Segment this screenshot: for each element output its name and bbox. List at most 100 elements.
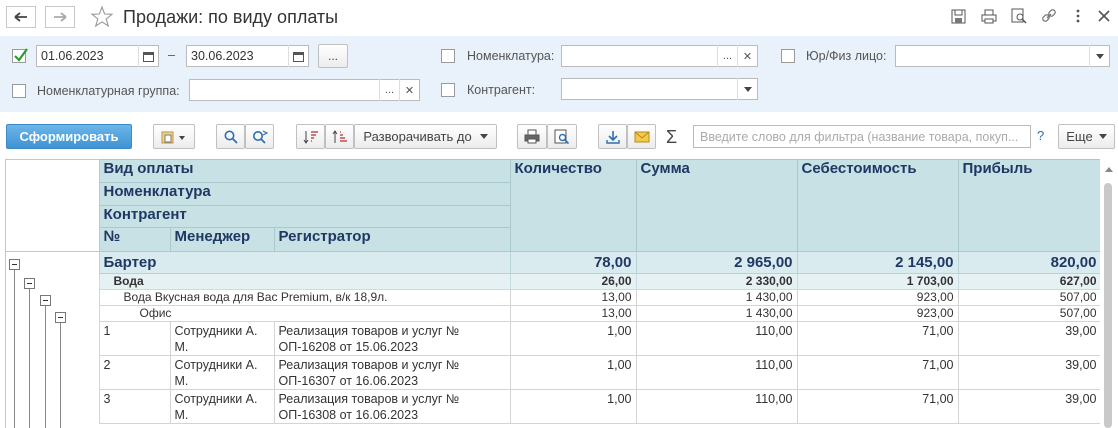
row-registrar[interactable]: Реализация товаров и услуг № ОП-16208 от… xyxy=(273,321,511,356)
counterparty-checkbox[interactable] xyxy=(441,83,455,97)
save-icon[interactable] xyxy=(948,7,968,25)
print-preview-icon xyxy=(554,129,570,144)
row-quantity: 1,00 xyxy=(509,389,637,424)
report-spreadsheet[interactable]: Вид оплаты Количество Сумма Себестоимост… xyxy=(5,159,1100,428)
entity-type-checkbox[interactable] xyxy=(781,49,795,63)
expand-to-dropdown[interactable]: Разворачивать до xyxy=(354,124,497,149)
clear-icon[interactable]: ✕ xyxy=(399,79,419,101)
nomenclature-group-field[interactable]: ... ✕ xyxy=(189,79,420,101)
header-cost: Себестоимость xyxy=(796,159,959,252)
more-vertical-icon[interactable] xyxy=(1068,7,1088,25)
collapse-subgroup-icon[interactable] xyxy=(24,278,35,289)
counterparty-label: Контрагент: xyxy=(467,83,536,97)
entity-type-field[interactable] xyxy=(895,45,1110,67)
link-icon[interactable] xyxy=(1039,7,1059,25)
row-cost: 71,00 xyxy=(796,355,959,390)
counterparty-quantity: 13,00 xyxy=(509,305,637,322)
send-email-button[interactable] xyxy=(627,124,656,149)
date-from-value: 01.06.2023 xyxy=(41,49,104,63)
print-button[interactable] xyxy=(517,124,547,149)
date-from-field[interactable]: 01.06.2023 xyxy=(36,45,159,67)
row-quantity: 1,00 xyxy=(509,321,637,356)
header-registrar: Регистратор xyxy=(273,227,511,252)
header-nomenclature: Номенклатура xyxy=(98,182,511,206)
nomenclature-group-checkbox[interactable] xyxy=(12,84,26,98)
filter-panel: 01.06.2023 – 30.06.2023 ... Номенклатура… xyxy=(0,36,1118,112)
expand-to-label: Разворачивать до xyxy=(363,129,472,144)
period-checkbox[interactable] xyxy=(12,48,28,63)
table-row[interactable]: 3 Сотрудники А. М. Реализация товаров и … xyxy=(6,389,1100,424)
collapse-item-icon[interactable] xyxy=(40,295,51,306)
print-preview-button[interactable] xyxy=(547,124,577,149)
row-cost: 71,00 xyxy=(796,321,959,356)
calendar-icon[interactable] xyxy=(138,45,158,67)
row-registrar[interactable]: Реализация товаров и услуг № ОП-16308 от… xyxy=(273,389,511,424)
row-registrar[interactable]: Реализация товаров и услуг № ОП-16307 от… xyxy=(273,355,511,390)
generate-report-button[interactable]: Сформировать xyxy=(6,124,132,149)
counterparty-label: Офис xyxy=(98,305,511,322)
group-profit: 820,00 xyxy=(957,251,1100,274)
table-row[interactable]: 2 Сотрудники А. М. Реализация товаров и … xyxy=(6,355,1100,390)
forward-button[interactable] xyxy=(45,6,75,28)
vertical-scrollbar[interactable] xyxy=(1100,159,1118,428)
group-sum: 2 965,00 xyxy=(635,251,798,274)
row-sum: 110,00 xyxy=(635,355,798,390)
row-cost: 71,00 xyxy=(796,389,959,424)
item-label: Вода Вкусная вода для Вас Premium, в/к 1… xyxy=(98,289,511,306)
back-button[interactable] xyxy=(6,6,36,28)
nomenclature-checkbox[interactable] xyxy=(441,49,455,63)
header-profit: Прибыль xyxy=(957,159,1100,252)
preview-icon[interactable] xyxy=(1009,7,1029,25)
subgroup-profit: 627,00 xyxy=(957,273,1100,290)
item-row[interactable]: Вода Вкусная вода для Вас Premium, в/к 1… xyxy=(6,289,1100,306)
search-next-icon xyxy=(252,129,268,144)
entity-type-label: Юр/Физ лицо: xyxy=(806,49,887,63)
report-settings-icon xyxy=(161,131,185,143)
subgroup-cost: 1 703,00 xyxy=(796,273,959,290)
help-icon[interactable]: ? xyxy=(1037,128,1044,143)
chevron-down-icon[interactable] xyxy=(1089,45,1109,67)
select-button[interactable]: ... xyxy=(379,79,399,101)
chevron-down-icon[interactable] xyxy=(737,78,757,100)
find-button[interactable] xyxy=(216,124,245,149)
clear-icon[interactable]: ✕ xyxy=(737,45,757,67)
more-button[interactable]: Еще xyxy=(1058,124,1115,149)
select-button[interactable]: ... xyxy=(717,45,737,67)
header-counterparty: Контрагент xyxy=(98,205,511,228)
close-icon[interactable] xyxy=(1094,7,1114,25)
find-next-button[interactable] xyxy=(245,124,274,149)
sort-ascending-button[interactable] xyxy=(325,124,354,149)
date-to-field[interactable]: 30.06.2023 xyxy=(186,45,309,67)
counterparty-sum: 1 430,00 xyxy=(635,305,798,322)
counterparty-cost: 923,00 xyxy=(796,305,959,322)
item-quantity: 13,00 xyxy=(509,289,637,306)
sort-descending-button[interactable] xyxy=(296,124,325,149)
counterparty-field[interactable] xyxy=(561,78,758,100)
subgroup-row[interactable]: Вода 26,00 2 330,00 1 703,00 627,00 xyxy=(6,273,1100,290)
sort-desc-icon xyxy=(303,130,318,144)
period-select-button[interactable]: ... xyxy=(318,44,348,68)
calendar-icon[interactable] xyxy=(288,45,308,67)
row-profit: 39,00 xyxy=(957,321,1100,356)
scroll-up-icon[interactable] xyxy=(1100,159,1118,179)
report-variant-button[interactable] xyxy=(153,124,195,149)
row-quantity: 1,00 xyxy=(509,355,637,390)
header-quantity: Количество xyxy=(509,159,637,252)
sum-icon[interactable]: Σ xyxy=(666,127,677,148)
row-manager: Сотрудники А. М. xyxy=(169,321,275,356)
table-row[interactable]: 1 Сотрудники А. М. Реализация товаров и … xyxy=(6,321,1100,356)
print-icon[interactable] xyxy=(979,7,999,25)
favorite-star-icon[interactable] xyxy=(90,5,114,29)
nomenclature-field[interactable]: ... ✕ xyxy=(561,45,758,67)
row-no: 3 xyxy=(98,389,171,424)
collapse-group-icon[interactable] xyxy=(9,259,20,270)
printer-icon xyxy=(524,129,540,144)
counterparty-row[interactable]: Офис 13,00 1 430,00 923,00 507,00 xyxy=(6,305,1100,322)
scrollbar-thumb[interactable] xyxy=(1104,183,1112,428)
row-no: 1 xyxy=(98,321,171,356)
item-cost: 923,00 xyxy=(796,289,959,306)
group-row[interactable]: Бартер 78,00 2 965,00 2 145,00 820,00 xyxy=(6,251,1100,274)
report-filter-input[interactable]: Введите слово для фильтра (название това… xyxy=(693,125,1031,148)
save-to-file-button[interactable] xyxy=(598,124,627,149)
collapse-counterparty-icon[interactable] xyxy=(55,312,66,323)
